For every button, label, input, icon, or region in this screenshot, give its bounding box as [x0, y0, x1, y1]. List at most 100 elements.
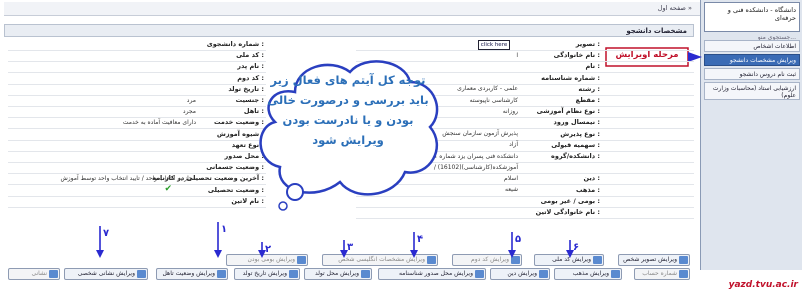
- sidebar-item-people-info[interactable]: اطلاعات اشخاص: [704, 40, 800, 52]
- panel-title: مشخصات دانشجو: [4, 24, 694, 37]
- edit-button[interactable]: نشانی: [8, 268, 60, 280]
- field-value: ا: [516, 51, 518, 59]
- marker-number: ۷: [103, 228, 109, 239]
- button-label: ویرایش تاریخ تولد: [242, 270, 287, 277]
- sidebar-item-label: ثبت نام دروس دانشجو: [739, 71, 796, 78]
- marker-arrow-2: ۲: [258, 242, 271, 258]
- edit-icon: [679, 270, 688, 278]
- university-header: دانشگاه - دانشکده فنی و حرفه‌ای: [704, 2, 800, 32]
- marker-number: ۵: [515, 234, 521, 245]
- field-value: پذیرش آزمون سازمان سنجش: [442, 130, 518, 138]
- row-divider: [8, 206, 266, 208]
- university-name: دانشگاه - دانشکده فنی و حرفه‌ای: [727, 6, 796, 22]
- field-label: تصویر :: [575, 40, 600, 48]
- row-divider: [8, 139, 266, 141]
- marker-arrow-5: ۵: [508, 232, 521, 258]
- field-value: مجرد: [182, 107, 196, 115]
- button-label: ویرایش دین: [507, 270, 537, 277]
- edit-icon: [289, 270, 298, 278]
- marker-arrow-3: ۳: [340, 240, 353, 258]
- field-value: دارای معافیت آماده به خدمت: [122, 118, 196, 126]
- field-value: مجاز به انتخاب واحد / تایید انتخاب واحد …: [60, 174, 196, 182]
- edit-button[interactable]: ویرایش محل صدور شناسنامه: [378, 268, 486, 280]
- edit-icon: [611, 270, 620, 278]
- row-divider: [356, 218, 694, 219]
- sidebar-item-label: اطلاعات اشخاص: [753, 43, 796, 50]
- sidebar-item-label: ویرایش مشخصات دانشجو: [729, 57, 796, 64]
- field-label: نوع پذیرش :: [560, 129, 600, 138]
- field-value: آزاد: [509, 141, 518, 149]
- field-value: / آموزشکده(کارشناسی)(16102): [433, 163, 518, 171]
- field-value: اسلام: [504, 174, 518, 182]
- marker-arrow-7: ۷: [96, 226, 109, 258]
- field-label: نیمسال ورود :: [553, 118, 600, 127]
- sidebar-item-course-registration[interactable]: ثبت نام دروس دانشجو: [704, 68, 800, 80]
- edit-icon: [361, 270, 370, 278]
- check-icon: ✔: [164, 183, 172, 194]
- marker-arrow-4: ۴: [410, 232, 423, 258]
- button-label: ویرایش نشانی شخصی: [77, 270, 135, 277]
- marker-arrows-overlay: ۱ ۲ ۳ ۴ ۵ ۶ ۷: [96, 222, 579, 258]
- field-label: نوع نظام آموزشی :: [536, 107, 600, 116]
- field-label: نام خانوادگی :: [553, 51, 600, 60]
- row-divider: [8, 83, 266, 85]
- stage-label: مرحله اویرایش: [615, 50, 679, 60]
- edit-button[interactable]: ویرایش تاریخ تولد: [234, 268, 300, 280]
- field-label: شماره شناسنامه :: [541, 73, 600, 82]
- field-value: مرد: [186, 96, 196, 104]
- button-label: نشانی: [31, 270, 47, 277]
- marker-number: ۶: [573, 242, 579, 253]
- field-label: شماره دانشجوی :: [206, 40, 264, 48]
- field-label: سهمیه قبولی :: [551, 140, 600, 149]
- field-label: بومی / غیر بومی :: [540, 196, 600, 205]
- field-label: نام :: [585, 62, 600, 71]
- field-label: دانشکده/گروه :: [551, 152, 600, 160]
- row-divider: [8, 50, 266, 51]
- sidebar-item-edit-student[interactable]: ویرایش مشخصات دانشجو: [704, 54, 800, 66]
- edit-icon: [217, 270, 226, 278]
- row-divider: [356, 50, 694, 51]
- button-label: ویرایش محل صدور شناسنامه: [398, 270, 473, 277]
- field-label: مذهب :: [575, 185, 600, 194]
- row-divider: [8, 106, 266, 107]
- cloud-callout-text: توجه کل آیتم های فعال زیر باید بررسی و د…: [267, 73, 429, 147]
- edit-button[interactable]: ویرایش مذهب: [554, 268, 622, 280]
- marker-number: ۳: [347, 242, 353, 253]
- field-label: دین :: [583, 174, 600, 183]
- edit-button[interactable]: ویرایش نشانی شخصی: [64, 268, 148, 280]
- edit-icon: [475, 270, 484, 278]
- sidebar-item-label: ارزشیابی استاد (محاسبات وزارت علوم): [712, 85, 796, 99]
- field-value: کارشناسی ناپیوسته: [469, 96, 518, 104]
- marker-number: ۴: [417, 234, 423, 245]
- marker-number: ۱: [221, 224, 227, 235]
- breadcrumb: صفحه اول »: [4, 2, 700, 16]
- button-label: ویرایش مذهب: [572, 270, 609, 277]
- marker-number: ۲: [265, 244, 271, 255]
- panel-title-text: مشخصات دانشجو: [626, 27, 687, 35]
- edit-button[interactable]: ویرایش محل تولد: [304, 268, 372, 280]
- edit-button[interactable]: شماره حساب: [634, 268, 690, 280]
- edit-button[interactable]: ویرایش وضعیت تاهل: [156, 268, 228, 280]
- edit-icon: [49, 270, 58, 278]
- button-label: ویرایش وضعیت تاهل: [162, 270, 215, 277]
- row-divider: [8, 94, 266, 96]
- button-label: شماره حساب: [642, 270, 677, 277]
- row-divider: [8, 72, 266, 74]
- footer-site-url: yazd.tvu.ac.ir: [700, 274, 802, 298]
- marker-arrow-1: ۱: [214, 222, 227, 258]
- photo-click-here-button[interactable]: click here: [478, 40, 510, 50]
- field-label: مقطع :: [575, 96, 600, 104]
- edit-button[interactable]: ویرایش دین: [490, 268, 550, 280]
- breadcrumb-text: صفحه اول »: [657, 4, 692, 12]
- field-value: علمی - کاربردی معماری: [457, 85, 518, 93]
- row-divider: [8, 195, 266, 197]
- edit-icon: [137, 270, 146, 278]
- field-value: روزانه: [502, 107, 518, 115]
- button-label: ویرایش محل تولد: [314, 270, 359, 277]
- field-value: شیعه: [505, 186, 518, 194]
- field-label: نام خانوادگی لاتین :: [535, 208, 600, 216]
- row-divider: [8, 61, 266, 63]
- sidebar-item-teacher-evaluation[interactable]: ارزشیابی استاد (محاسبات وزارت علوم): [704, 82, 800, 100]
- field-label: رشته :: [578, 84, 600, 93]
- app-root: صفحه اول » دانشگاه - دانشکده فنی و حرفه‌…: [0, 0, 802, 298]
